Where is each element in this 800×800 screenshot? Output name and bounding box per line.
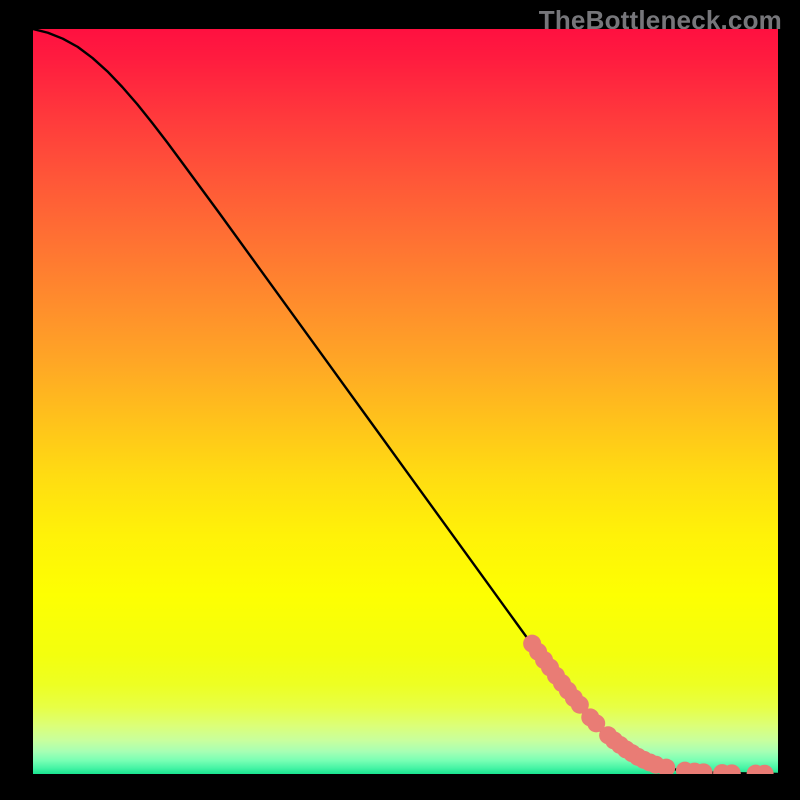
- chart-frame: TheBottleneck.com: [0, 0, 800, 800]
- chart-background: [33, 29, 778, 774]
- chart-plot: [33, 29, 778, 774]
